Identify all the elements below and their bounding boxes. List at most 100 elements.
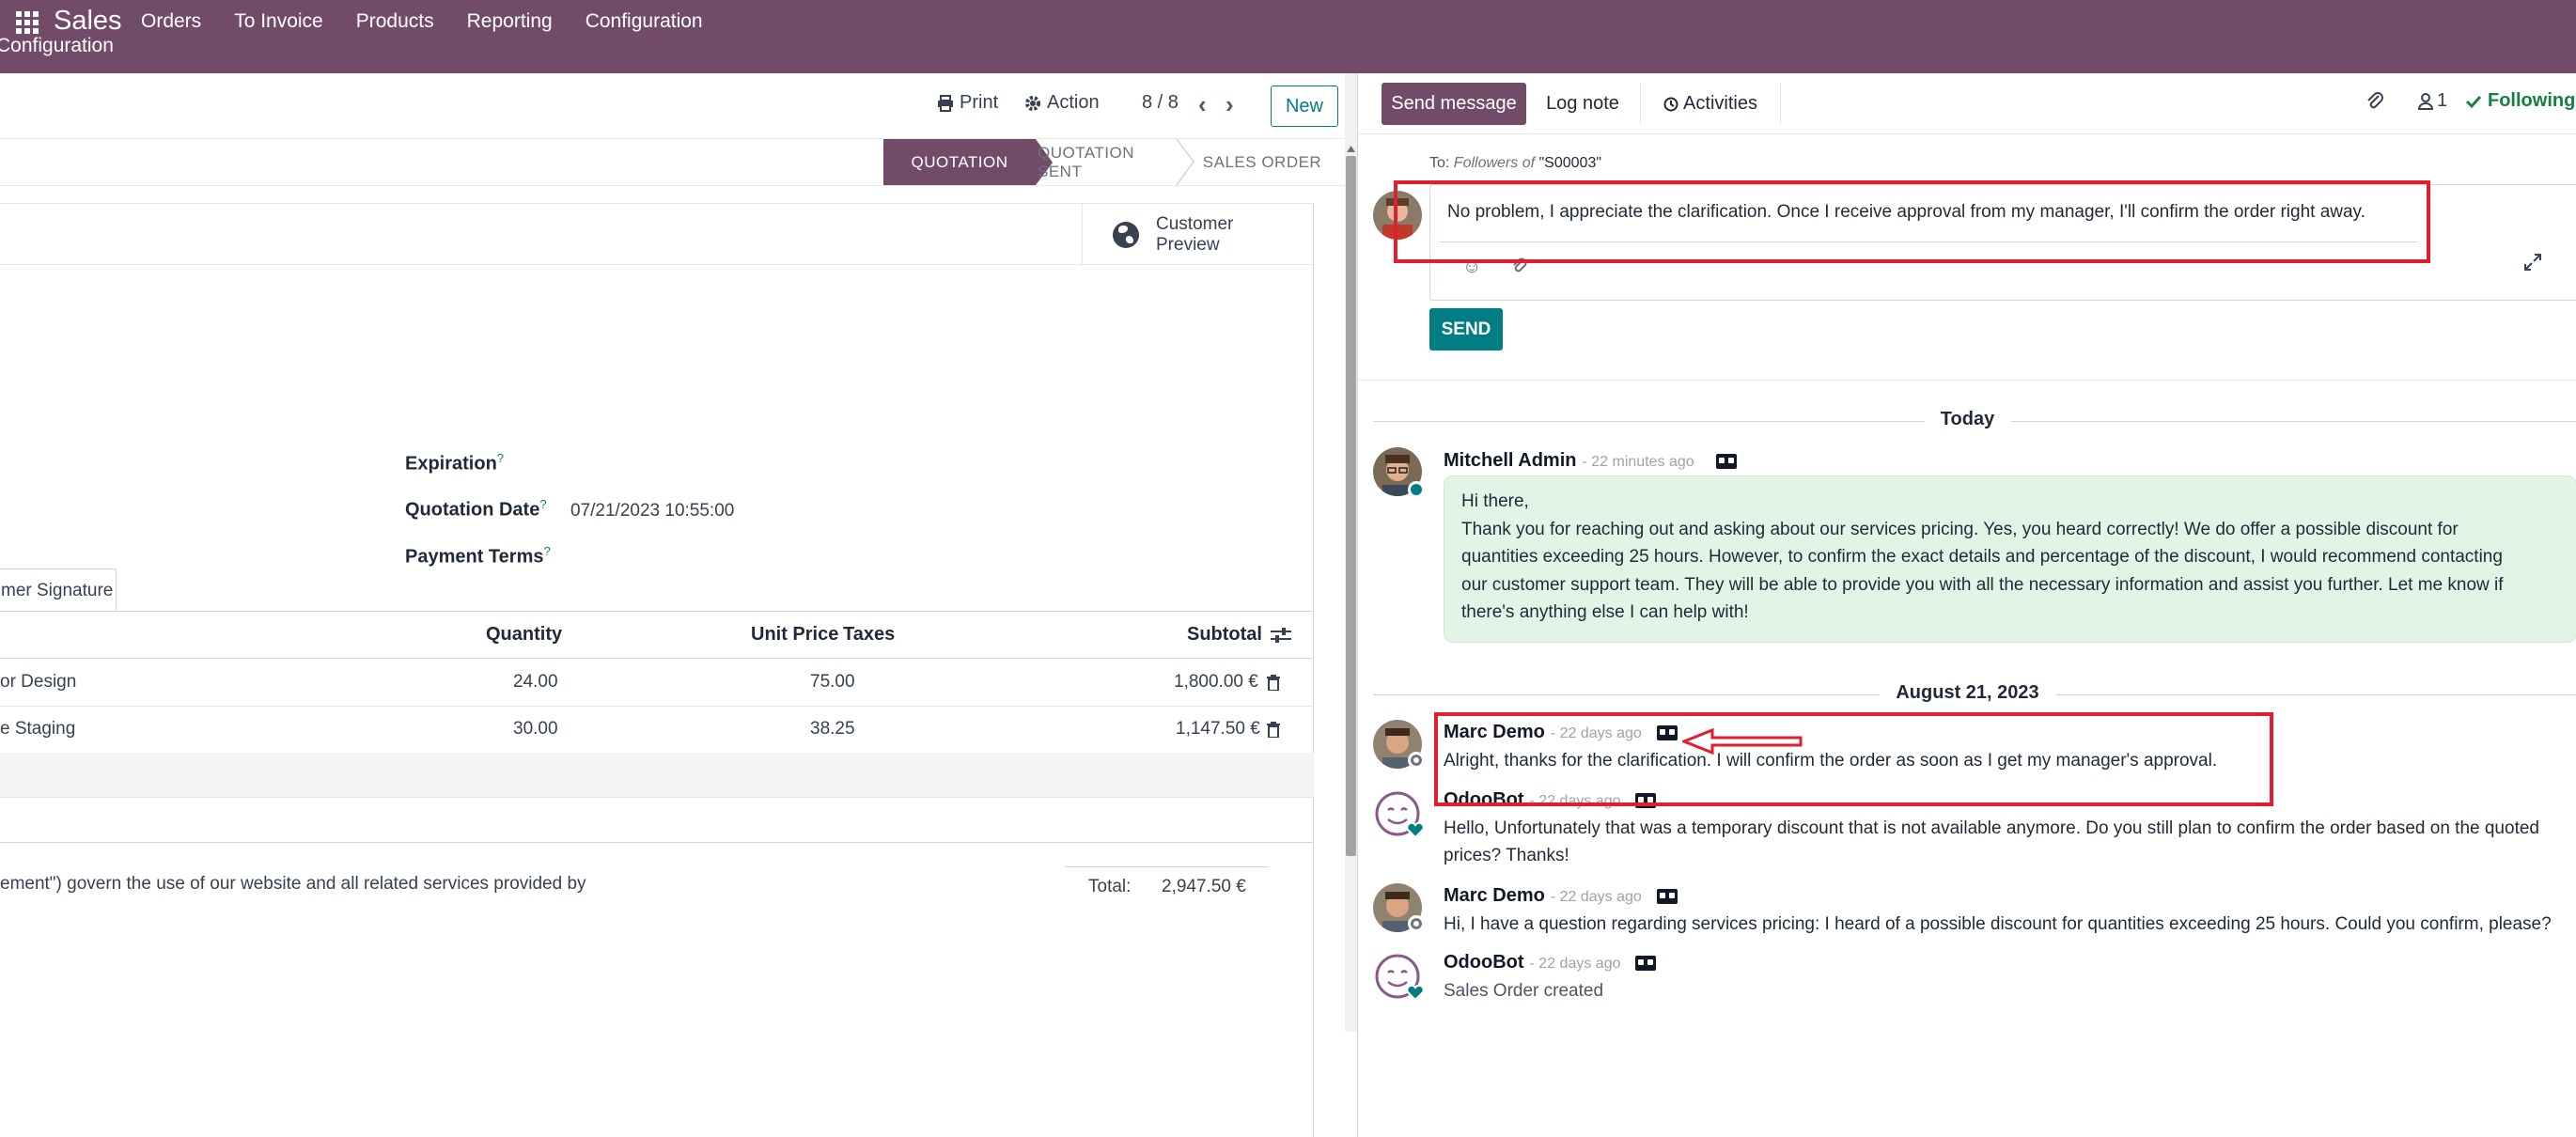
followers-count: 1 bbox=[2437, 90, 2448, 111]
form-view: Print Action 8 / 8 ‹ › New QUOTATION QUO… bbox=[0, 73, 1346, 1137]
stage-quotation-sent[interactable]: QUOTATION SENT bbox=[1038, 139, 1175, 185]
email-icon bbox=[1657, 725, 1678, 740]
email-icon bbox=[1635, 793, 1656, 808]
print-label: Print bbox=[960, 92, 999, 113]
message-body: Hi, I have a question regarding services… bbox=[1444, 914, 2552, 934]
line-product[interactable]: e Staging bbox=[0, 719, 75, 740]
trash-icon[interactable] bbox=[1267, 722, 1280, 738]
email-icon bbox=[1635, 956, 1656, 971]
col-quantity[interactable]: Quantity bbox=[486, 624, 562, 646]
activities-button[interactable]: Activities bbox=[1640, 83, 1781, 125]
following-label: Following bbox=[2488, 90, 2576, 111]
new-button[interactable]: New bbox=[1271, 86, 1338, 127]
scroll-up-icon[interactable] bbox=[1345, 143, 1357, 156]
emoji-icon[interactable]: ☺ bbox=[1462, 257, 1481, 278]
message-body: Alright, thanks for the clarification. I… bbox=[1444, 751, 2218, 771]
line-unit-price[interactable]: 75.00 bbox=[810, 672, 855, 693]
message-author[interactable]: Marc Demo - 22 days ago bbox=[1444, 722, 1642, 743]
menu-orders[interactable]: Orders bbox=[141, 10, 201, 33]
message-body: Sales Order created bbox=[1444, 981, 1604, 1001]
col-taxes[interactable]: Taxes bbox=[843, 624, 895, 646]
line-subtotal: 1,800.00 € bbox=[1174, 672, 1258, 692]
offline-status-icon bbox=[1408, 752, 1425, 769]
composer-input[interactable]: No problem, I appreciate the clarificati… bbox=[1447, 202, 2365, 223]
message-body: Hello, Unfortunately that was a temporar… bbox=[1444, 818, 2539, 865]
send-message-button[interactable]: Send message bbox=[1382, 83, 1526, 125]
following-button[interactable]: Following bbox=[2465, 90, 2575, 112]
heart-icon bbox=[1406, 984, 1425, 1002]
stage-quotation[interactable]: QUOTATION bbox=[883, 139, 1053, 185]
line-quantity[interactable]: 30.00 bbox=[513, 719, 558, 740]
send-button[interactable]: SEND bbox=[1429, 308, 1503, 350]
form-sheet: Customer Preview Expiration? Quotation D… bbox=[0, 203, 1314, 1137]
menu-to-invoice[interactable]: To Invoice bbox=[234, 10, 323, 33]
order-lines-header: Quantity Unit Price Taxes Subtotal bbox=[0, 612, 1314, 659]
line-quantity[interactable]: 24.00 bbox=[513, 672, 558, 693]
message-author[interactable]: OdooBot - 22 days ago bbox=[1444, 952, 1620, 973]
customer-preview-button[interactable]: Customer Preview bbox=[1082, 204, 1314, 266]
table-row[interactable]: e Staging 30.00 38.25 1,147.50 € bbox=[0, 707, 1314, 754]
heart-icon bbox=[1406, 821, 1425, 839]
attachment-icon[interactable] bbox=[1511, 255, 1528, 279]
followers-button[interactable]: 1 bbox=[2418, 90, 2447, 112]
scrollbar-thumb[interactable] bbox=[1346, 156, 1356, 856]
pager-value[interactable]: 8 / 8 bbox=[1142, 92, 1179, 114]
menu-reporting[interactable]: Reporting bbox=[467, 10, 553, 33]
message-author[interactable]: Mitchell Admin - 22 minutes ago bbox=[1444, 450, 1694, 472]
message-author[interactable]: OdooBot - 22 days ago bbox=[1444, 789, 1620, 811]
composer-avatar bbox=[1373, 191, 1422, 240]
date-separator-aug-21: August 21, 2023 bbox=[1358, 680, 2576, 709]
paperclip-icon[interactable] bbox=[2365, 90, 2384, 117]
printer-icon bbox=[938, 94, 953, 112]
col-unit-price[interactable]: Unit Price bbox=[751, 624, 838, 646]
table-row[interactable]: or Design 24.00 75.00 1,800.00 € bbox=[0, 660, 1314, 707]
col-subtotal[interactable]: Subtotal bbox=[1187, 624, 1262, 646]
email-icon bbox=[1716, 454, 1737, 469]
total-divider bbox=[1065, 866, 1269, 867]
clock-icon bbox=[1663, 97, 1678, 111]
menu-products[interactable]: Products bbox=[356, 10, 434, 33]
stage-sales-order[interactable]: SALES ORDER bbox=[1201, 139, 1323, 185]
line-product[interactable]: or Design bbox=[0, 672, 76, 693]
line-unit-price[interactable]: 38.25 bbox=[810, 719, 855, 740]
menu-configuration[interactable]: Configuration bbox=[585, 10, 703, 33]
message-composer[interactable]: No problem, I appreciate the clarificati… bbox=[1429, 184, 2576, 301]
column-settings-icon[interactable] bbox=[1271, 627, 1291, 644]
terms-and-conditions[interactable]: ement") govern the use of our website an… bbox=[0, 874, 586, 895]
stage-separator bbox=[1176, 139, 1194, 185]
total-label: Total: bbox=[1088, 877, 1132, 896]
log-note-button[interactable]: Log note bbox=[1536, 83, 1630, 125]
quotation-date-field[interactable]: 07/21/2023 10:55:00 bbox=[570, 501, 734, 522]
pager-next-icon[interactable]: › bbox=[1226, 90, 1234, 119]
top-navbar: Sales Orders To Invoice Products Reporti… bbox=[0, 0, 2576, 73]
menu-configuration-overflow[interactable]: Configuration bbox=[0, 35, 114, 57]
action-label: Action bbox=[1047, 92, 1100, 113]
add-line-row[interactable] bbox=[0, 753, 1314, 798]
date-separator-today: Today bbox=[1358, 407, 2576, 435]
control-panel: Print Action 8 / 8 ‹ › New bbox=[0, 73, 1346, 139]
trash-icon[interactable] bbox=[1267, 675, 1280, 691]
payment-terms-label: Payment Terms? bbox=[405, 544, 551, 568]
annotation-arrow-icon bbox=[1682, 727, 1803, 755]
customer-preview-label: Customer Preview bbox=[1156, 214, 1234, 255]
smart-button-box: Customer Preview bbox=[0, 203, 1314, 266]
tab-customer-signature[interactable]: mer Signature bbox=[0, 568, 117, 612]
online-status-icon bbox=[1408, 481, 1425, 498]
chatter-panel: Send message Log note Activities 1 Follo… bbox=[1357, 73, 2576, 1137]
main-menu: Orders To Invoice Products Reporting Con… bbox=[141, 10, 736, 33]
print-button[interactable]: Print bbox=[937, 92, 998, 114]
composer-divider bbox=[1440, 241, 2417, 242]
globe-icon bbox=[1113, 222, 1139, 248]
app-name[interactable]: Sales bbox=[54, 6, 122, 37]
expiration-label: Expiration? bbox=[405, 451, 505, 475]
check-icon bbox=[2465, 95, 2482, 108]
activities-label: Activities bbox=[1683, 93, 1757, 114]
message-author[interactable]: Marc Demo - 22 days ago bbox=[1444, 885, 1642, 907]
pager-previous-icon[interactable]: ‹ bbox=[1198, 90, 1207, 119]
email-icon bbox=[1657, 889, 1678, 904]
quotation-date-label: Quotation Date? bbox=[405, 497, 547, 521]
message-bubble: Hi there, Thank you for reaching out and… bbox=[1444, 475, 2576, 643]
action-button[interactable]: Action bbox=[1024, 92, 1100, 114]
expand-icon[interactable] bbox=[2523, 253, 2542, 277]
apps-grid-icon[interactable] bbox=[16, 11, 39, 34]
